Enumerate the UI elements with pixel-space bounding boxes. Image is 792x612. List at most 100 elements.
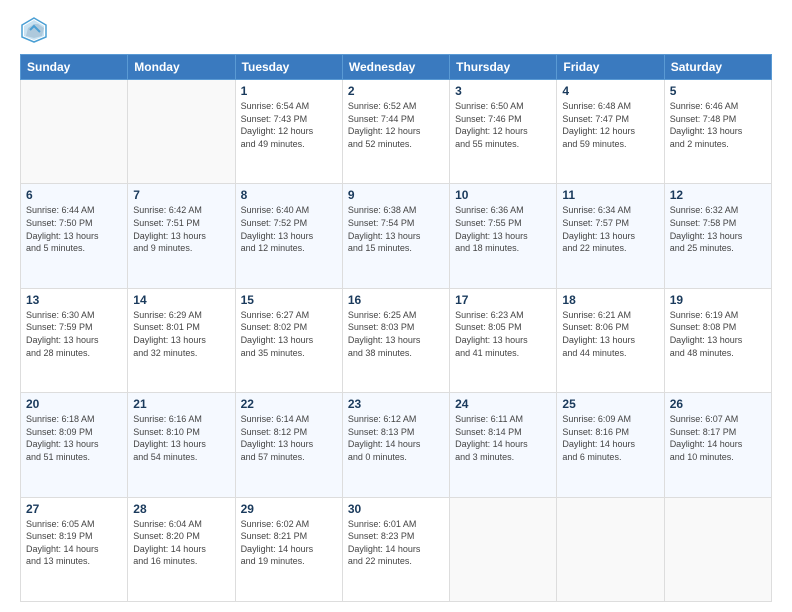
calendar-cell: 25 Sunrise: 6:09 AM Sunset: 8:16 PM Dayli…	[557, 393, 664, 497]
day-info: Sunrise: 6:16 AM Sunset: 8:10 PM Dayligh…	[133, 413, 229, 463]
day-info: Sunrise: 6:32 AM Sunset: 7:58 PM Dayligh…	[670, 204, 766, 254]
day-number: 16	[348, 293, 444, 307]
day-info: Sunrise: 6:05 AM Sunset: 8:19 PM Dayligh…	[26, 518, 122, 568]
day-number: 9	[348, 188, 444, 202]
day-number: 4	[562, 84, 658, 98]
day-info: Sunrise: 6:29 AM Sunset: 8:01 PM Dayligh…	[133, 309, 229, 359]
calendar-header-saturday: Saturday	[664, 55, 771, 80]
calendar-table: SundayMondayTuesdayWednesdayThursdayFrid…	[20, 54, 772, 602]
day-info: Sunrise: 6:54 AM Sunset: 7:43 PM Dayligh…	[241, 100, 337, 150]
day-info: Sunrise: 6:11 AM Sunset: 8:14 PM Dayligh…	[455, 413, 551, 463]
day-number: 17	[455, 293, 551, 307]
calendar-cell	[21, 80, 128, 184]
day-number: 25	[562, 397, 658, 411]
logo	[20, 16, 52, 44]
calendar-cell: 10 Sunrise: 6:36 AM Sunset: 7:55 PM Dayli…	[450, 184, 557, 288]
day-number: 5	[670, 84, 766, 98]
day-number: 22	[241, 397, 337, 411]
day-number: 6	[26, 188, 122, 202]
day-number: 19	[670, 293, 766, 307]
day-info: Sunrise: 6:27 AM Sunset: 8:02 PM Dayligh…	[241, 309, 337, 359]
day-info: Sunrise: 6:40 AM Sunset: 7:52 PM Dayligh…	[241, 204, 337, 254]
day-number: 21	[133, 397, 229, 411]
day-info: Sunrise: 6:46 AM Sunset: 7:48 PM Dayligh…	[670, 100, 766, 150]
day-info: Sunrise: 6:21 AM Sunset: 8:06 PM Dayligh…	[562, 309, 658, 359]
day-number: 8	[241, 188, 337, 202]
day-info: Sunrise: 6:50 AM Sunset: 7:46 PM Dayligh…	[455, 100, 551, 150]
day-info: Sunrise: 6:02 AM Sunset: 8:21 PM Dayligh…	[241, 518, 337, 568]
day-number: 29	[241, 502, 337, 516]
calendar-cell: 17 Sunrise: 6:23 AM Sunset: 8:05 PM Dayli…	[450, 288, 557, 392]
day-info: Sunrise: 6:36 AM Sunset: 7:55 PM Dayligh…	[455, 204, 551, 254]
calendar-cell: 12 Sunrise: 6:32 AM Sunset: 7:58 PM Dayli…	[664, 184, 771, 288]
calendar-cell: 7Sunrise: 6:42 AM Sunset: 7:51 PM Daylig…	[128, 184, 235, 288]
day-number: 23	[348, 397, 444, 411]
header	[20, 16, 772, 44]
calendar-cell: 9 Sunrise: 6:38 AM Sunset: 7:54 PM Daylig…	[342, 184, 449, 288]
day-number: 10	[455, 188, 551, 202]
day-number: 1	[241, 84, 337, 98]
calendar-cell: 24 Sunrise: 6:11 AM Sunset: 8:14 PM Dayli…	[450, 393, 557, 497]
day-info: Sunrise: 6:12 AM Sunset: 8:13 PM Dayligh…	[348, 413, 444, 463]
day-info: Sunrise: 6:23 AM Sunset: 8:05 PM Dayligh…	[455, 309, 551, 359]
calendar-cell: 29 Sunrise: 6:02 AM Sunset: 8:21 PM Dayli…	[235, 497, 342, 601]
day-info: Sunrise: 6:18 AM Sunset: 8:09 PM Dayligh…	[26, 413, 122, 463]
calendar-header-thursday: Thursday	[450, 55, 557, 80]
day-info: Sunrise: 6:01 AM Sunset: 8:23 PM Dayligh…	[348, 518, 444, 568]
calendar-cell: 22 Sunrise: 6:14 AM Sunset: 8:12 PM Dayli…	[235, 393, 342, 497]
calendar-cell: 19 Sunrise: 6:19 AM Sunset: 8:08 PM Dayli…	[664, 288, 771, 392]
calendar-cell: 23 Sunrise: 6:12 AM Sunset: 8:13 PM Dayli…	[342, 393, 449, 497]
day-info: Sunrise: 6:14 AM Sunset: 8:12 PM Dayligh…	[241, 413, 337, 463]
calendar-cell	[450, 497, 557, 601]
calendar-cell: 2 Sunrise: 6:52 AM Sunset: 7:44 PM Daylig…	[342, 80, 449, 184]
calendar-cell: 6 Sunrise: 6:44 AM Sunset: 7:50 PM Daylig…	[21, 184, 128, 288]
calendar-cell	[128, 80, 235, 184]
calendar-cell: 28Sunrise: 6:04 AM Sunset: 8:20 PM Dayli…	[128, 497, 235, 601]
calendar-cell: 3 Sunrise: 6:50 AM Sunset: 7:46 PM Daylig…	[450, 80, 557, 184]
day-info: Sunrise: 6:19 AM Sunset: 8:08 PM Dayligh…	[670, 309, 766, 359]
calendar-cell: 16 Sunrise: 6:25 AM Sunset: 8:03 PM Dayli…	[342, 288, 449, 392]
calendar-cell: 5 Sunrise: 6:46 AM Sunset: 7:48 PM Daylig…	[664, 80, 771, 184]
calendar-cell: 15 Sunrise: 6:27 AM Sunset: 8:02 PM Dayli…	[235, 288, 342, 392]
calendar-header-friday: Friday	[557, 55, 664, 80]
day-info: Sunrise: 6:25 AM Sunset: 8:03 PM Dayligh…	[348, 309, 444, 359]
calendar-header-monday: Monday	[128, 55, 235, 80]
day-info: Sunrise: 6:48 AM Sunset: 7:47 PM Dayligh…	[562, 100, 658, 150]
calendar-week-row: 1 Sunrise: 6:54 AM Sunset: 7:43 PM Daylig…	[21, 80, 772, 184]
calendar-cell	[664, 497, 771, 601]
calendar-cell: 18 Sunrise: 6:21 AM Sunset: 8:06 PM Dayli…	[557, 288, 664, 392]
calendar-cell: 4 Sunrise: 6:48 AM Sunset: 7:47 PM Daylig…	[557, 80, 664, 184]
day-number: 28	[133, 502, 229, 516]
day-number: 24	[455, 397, 551, 411]
calendar-cell	[557, 497, 664, 601]
calendar-header-sunday: Sunday	[21, 55, 128, 80]
day-number: 26	[670, 397, 766, 411]
day-number: 15	[241, 293, 337, 307]
day-info: Sunrise: 6:38 AM Sunset: 7:54 PM Dayligh…	[348, 204, 444, 254]
day-number: 3	[455, 84, 551, 98]
day-info: Sunrise: 6:44 AM Sunset: 7:50 PM Dayligh…	[26, 204, 122, 254]
day-number: 18	[562, 293, 658, 307]
calendar-cell: 30Sunrise: 6:01 AM Sunset: 8:23 PM Dayli…	[342, 497, 449, 601]
logo-icon	[20, 16, 48, 44]
calendar-cell: 11Sunrise: 6:34 AM Sunset: 7:57 PM Dayli…	[557, 184, 664, 288]
day-number: 12	[670, 188, 766, 202]
calendar-cell: 8 Sunrise: 6:40 AM Sunset: 7:52 PM Daylig…	[235, 184, 342, 288]
day-info: Sunrise: 6:30 AM Sunset: 7:59 PM Dayligh…	[26, 309, 122, 359]
day-number: 13	[26, 293, 122, 307]
page: SundayMondayTuesdayWednesdayThursdayFrid…	[0, 0, 792, 612]
calendar-cell: 20Sunrise: 6:18 AM Sunset: 8:09 PM Dayli…	[21, 393, 128, 497]
day-info: Sunrise: 6:09 AM Sunset: 8:16 PM Dayligh…	[562, 413, 658, 463]
calendar-cell: 21 Sunrise: 6:16 AM Sunset: 8:10 PM Dayli…	[128, 393, 235, 497]
day-info: Sunrise: 6:52 AM Sunset: 7:44 PM Dayligh…	[348, 100, 444, 150]
day-number: 7	[133, 188, 229, 202]
calendar-cell: 27 Sunrise: 6:05 AM Sunset: 8:19 PM Dayli…	[21, 497, 128, 601]
day-number: 14	[133, 293, 229, 307]
calendar-header-wednesday: Wednesday	[342, 55, 449, 80]
calendar-week-row: 13 Sunrise: 6:30 AM Sunset: 7:59 PM Dayli…	[21, 288, 772, 392]
calendar-week-row: 27 Sunrise: 6:05 AM Sunset: 8:19 PM Dayli…	[21, 497, 772, 601]
day-number: 27	[26, 502, 122, 516]
day-info: Sunrise: 6:34 AM Sunset: 7:57 PM Dayligh…	[562, 204, 658, 254]
day-info: Sunrise: 6:07 AM Sunset: 8:17 PM Dayligh…	[670, 413, 766, 463]
day-number: 2	[348, 84, 444, 98]
